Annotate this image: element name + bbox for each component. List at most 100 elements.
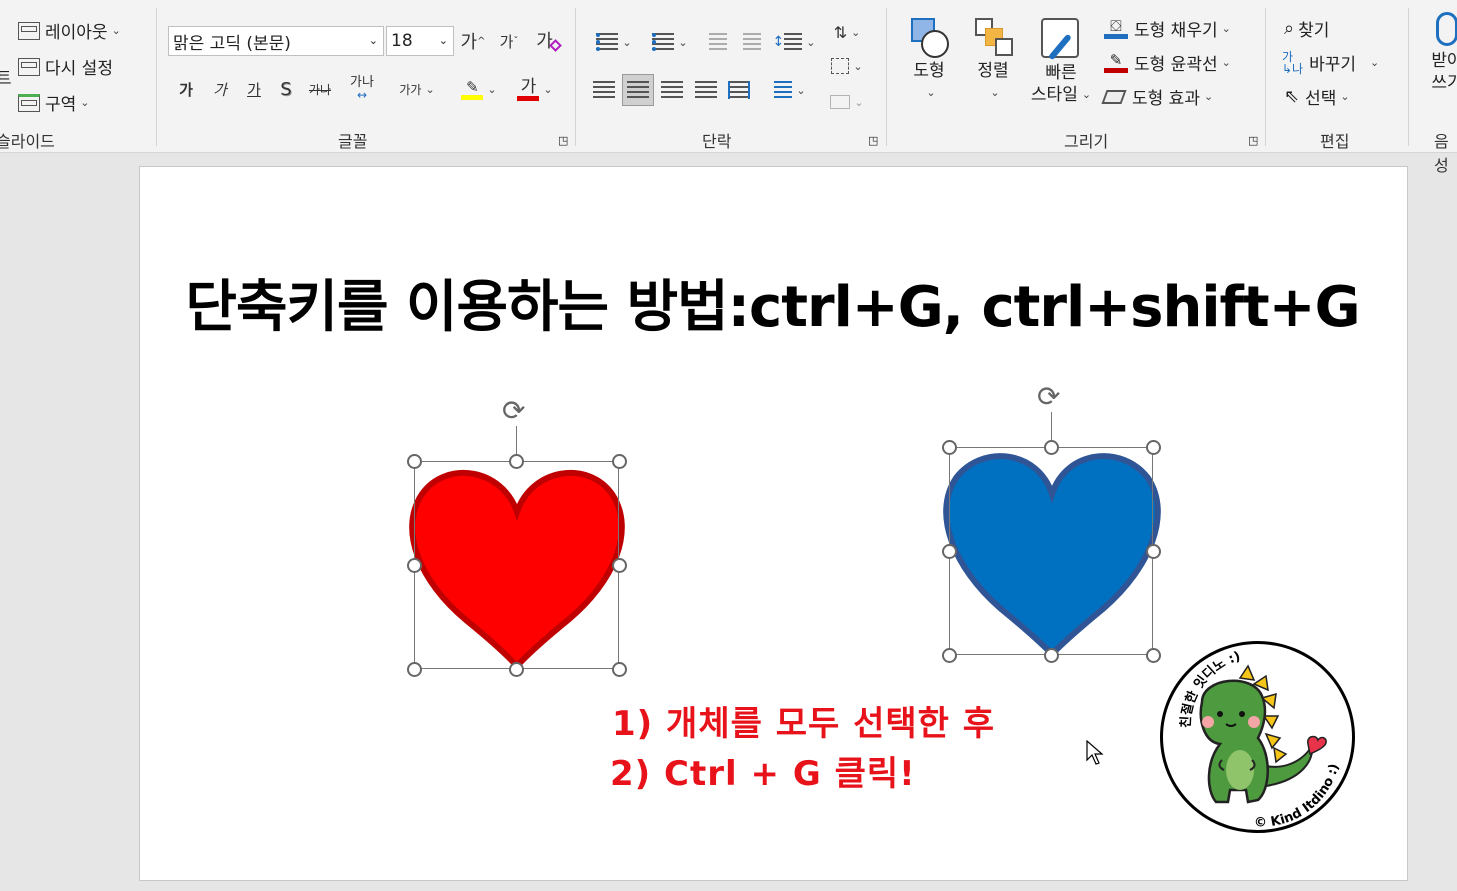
shape-outline-button[interactable]: ✎ 도형 윤곽선 ⌄ xyxy=(1104,50,1231,75)
smartart-button[interactable]: ⌄ xyxy=(826,88,868,116)
grow-font-button[interactable]: 가 ^ xyxy=(458,28,488,54)
microphone-icon xyxy=(1436,12,1457,46)
text-shadow-button[interactable]: S xyxy=(274,76,298,102)
font-dialog-launcher-icon[interactable]: ◳ xyxy=(558,134,568,147)
line-spacing-button[interactable]: ↕ ⌄ xyxy=(772,28,816,56)
character-spacing-button[interactable]: 가나 ↔ xyxy=(340,74,384,104)
font-color-button[interactable]: 가 ⌄ xyxy=(512,74,558,104)
shapes-icon xyxy=(907,16,951,60)
text-direction-button[interactable]: ⇅ ⌄ xyxy=(826,18,868,46)
reset-icon xyxy=(18,57,40,76)
font-name-select[interactable]: 맑은 고딕 (본문) ⌄ xyxy=(168,26,384,56)
arrange-label: 정렬 xyxy=(977,61,1009,81)
align-left-button[interactable] xyxy=(590,76,618,104)
paragraph-dialog-launcher-icon[interactable]: ◳ xyxy=(868,134,878,147)
columns-button[interactable]: ⌄ xyxy=(768,76,812,104)
shape-effects-button[interactable]: 도형 효과 ⌄ xyxy=(1101,84,1213,109)
dictate-label-2: 쓰기 xyxy=(1431,73,1457,93)
resize-handle[interactable] xyxy=(612,558,627,573)
resize-handle[interactable] xyxy=(942,544,957,559)
slide-title[interactable]: 단축키를 이용하는 방법:ctrl+G, ctrl+shift+G xyxy=(0,262,1457,343)
instruction-step-1[interactable]: 1) 개체를 모두 선택한 후 xyxy=(612,696,995,745)
highlighter-icon: ✎ xyxy=(461,79,484,100)
decrease-indent-button[interactable] xyxy=(704,28,732,56)
distributed-button[interactable] xyxy=(724,76,754,104)
change-case-label: 가가 xyxy=(399,82,422,97)
resize-handle[interactable] xyxy=(1146,648,1161,663)
resize-handle[interactable] xyxy=(942,440,957,455)
chevron-down-icon: ⌄ xyxy=(1081,88,1092,101)
resize-handle[interactable] xyxy=(1146,440,1161,455)
blue-heart-selection-box xyxy=(949,447,1153,655)
shapes-button[interactable]: 도형 ⌄ xyxy=(902,16,956,104)
resize-handle[interactable] xyxy=(509,454,524,469)
font-color-icon: 가 xyxy=(517,78,540,101)
align-left-icon xyxy=(593,81,615,99)
chevron-down-icon: ⌄ xyxy=(851,25,861,39)
align-center-button[interactable] xyxy=(622,74,654,106)
numbering-button[interactable]: ⌄ xyxy=(646,28,694,56)
paragraph-group-label: 단락 xyxy=(702,132,732,151)
layout-button[interactable]: 레이아웃 ⌄ xyxy=(18,18,121,43)
highlight-color-bar xyxy=(461,94,484,100)
strikethrough-button[interactable]: 가나 xyxy=(304,76,336,102)
rotate-handle-icon[interactable]: ⟳ xyxy=(1037,380,1060,413)
resize-handle[interactable] xyxy=(612,662,627,677)
resize-handle[interactable] xyxy=(1044,440,1059,455)
resize-handle[interactable] xyxy=(1146,544,1161,559)
smartart-icon xyxy=(830,95,851,109)
group-divider xyxy=(886,8,887,146)
increase-indent-button[interactable] xyxy=(738,28,766,56)
find-button[interactable]: ⌕ 찾기 xyxy=(1284,16,1329,41)
quick-styles-button[interactable]: 빠른 스타일 ⌄ xyxy=(1024,16,1098,106)
font-size-value: 18 xyxy=(391,31,413,51)
reset-button[interactable]: 다시 설정 xyxy=(18,54,113,79)
voice-group-label: 음성 xyxy=(1434,132,1449,175)
section-label: 구역 xyxy=(45,95,77,115)
chevron-down-icon: ⌄ xyxy=(1221,22,1231,35)
highlight-color-button[interactable]: ✎ ⌄ xyxy=(456,74,502,104)
clear-formatting-button[interactable]: 가 xyxy=(532,26,564,54)
underline-button[interactable]: 가 xyxy=(240,76,268,102)
select-label: 선택 xyxy=(1305,89,1337,109)
resize-handle[interactable] xyxy=(407,454,422,469)
group-divider xyxy=(156,8,157,146)
font-group-label: 글꼴 xyxy=(338,132,368,151)
chevron-down-icon: ⌄ xyxy=(1221,56,1231,69)
chevron-down-icon: ⌄ xyxy=(854,95,864,109)
resize-handle[interactable] xyxy=(407,662,422,677)
resize-handle[interactable] xyxy=(509,662,524,677)
rotate-handle-icon[interactable]: ⟳ xyxy=(502,394,525,427)
arrange-button[interactable]: 정렬 ⌄ xyxy=(966,16,1020,104)
decrease-indent-icon xyxy=(709,33,727,51)
select-button[interactable]: ⇖ 선택 ⌄ xyxy=(1284,84,1350,109)
align-center-icon xyxy=(627,81,649,99)
shape-fill-button[interactable]: ⛋ 도형 채우기 ⌄ xyxy=(1104,16,1231,41)
font-size-select[interactable]: 18 ⌄ xyxy=(386,26,454,56)
dictate-button[interactable]: 받아 쓰기 xyxy=(1422,12,1457,94)
shrink-font-button[interactable]: 가ˇ xyxy=(494,28,524,54)
replace-button[interactable]: 가 ↳나 바꾸기 ⌄ xyxy=(1282,50,1379,76)
italic-button[interactable]: 가 xyxy=(206,76,234,102)
drawing-dialog-launcher-icon[interactable]: ◳ xyxy=(1248,134,1258,147)
change-case-button[interactable]: 가가 ⌄ xyxy=(394,76,440,102)
resize-handle[interactable] xyxy=(942,648,957,663)
editing-group-label: 편집 xyxy=(1320,132,1350,151)
distributed-icon xyxy=(728,81,750,99)
instruction-step-2[interactable]: 2) Ctrl + G 클릭! xyxy=(610,746,916,795)
resize-handle[interactable] xyxy=(612,454,627,469)
align-text-button[interactable]: ⌄ xyxy=(826,52,868,80)
resize-handle[interactable] xyxy=(407,558,422,573)
resize-handle[interactable] xyxy=(1044,648,1059,663)
bold-button[interactable]: 가 xyxy=(172,76,200,102)
chevron-down-icon: ⌄ xyxy=(622,35,632,49)
line-spacing-arrows-icon: ↕ xyxy=(772,34,785,50)
align-right-button[interactable] xyxy=(658,76,686,104)
clipped-new-slide-label[interactable]: 트 xyxy=(0,64,12,89)
group-divider xyxy=(1265,8,1266,146)
justify-button[interactable] xyxy=(692,76,720,104)
strikethrough-label: 가나 xyxy=(308,82,332,97)
section-button[interactable]: 구역 ⌄ xyxy=(18,90,90,115)
bullets-button[interactable]: ⌄ xyxy=(590,28,638,56)
chevron-down-icon: ⌄ xyxy=(853,59,863,73)
